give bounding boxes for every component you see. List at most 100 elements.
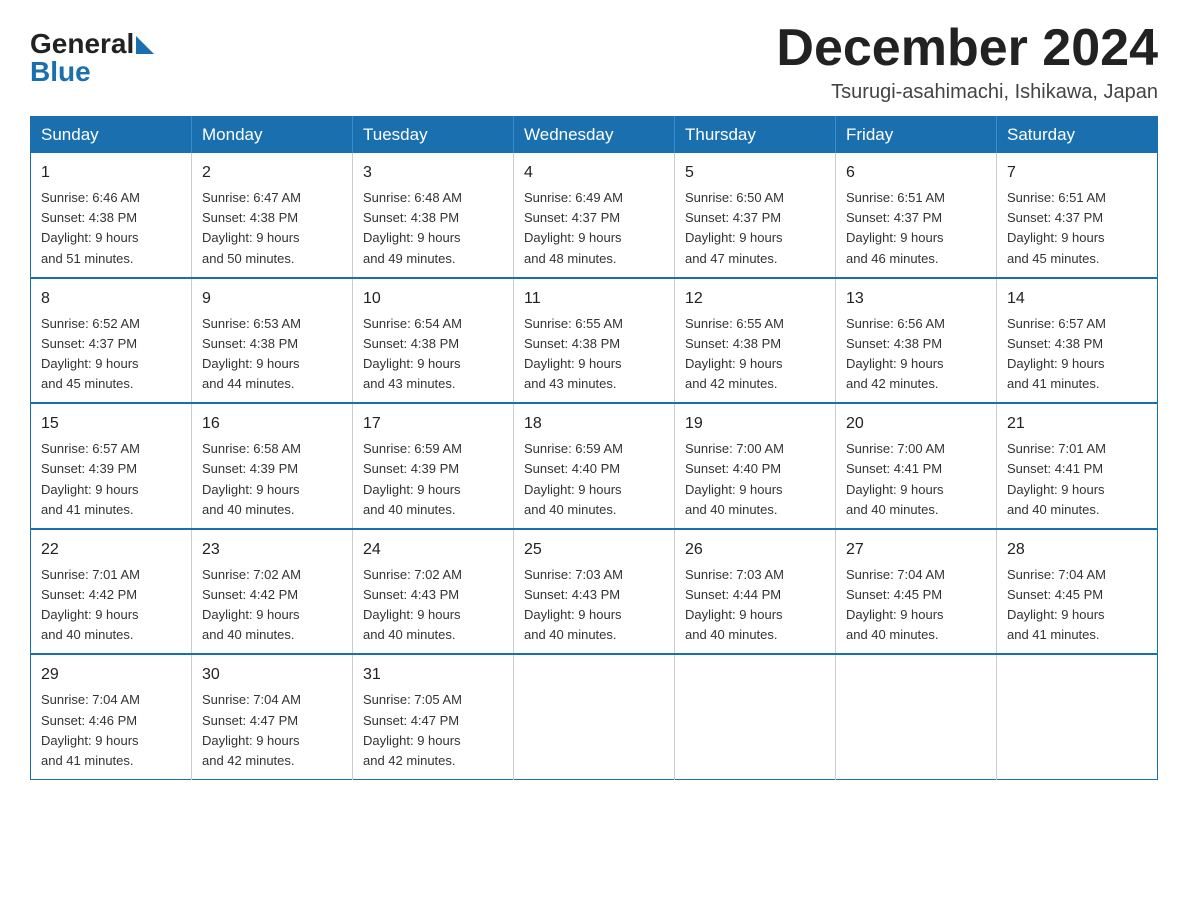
day-info: Sunrise: 6:46 AM Sunset: 4:38 PM Dayligh… — [41, 188, 181, 269]
calendar-cell: 31 Sunrise: 7:05 AM Sunset: 4:47 PM Dayl… — [353, 654, 514, 779]
day-number: 12 — [685, 287, 825, 311]
day-number: 28 — [1007, 538, 1147, 562]
calendar-cell: 2 Sunrise: 6:47 AM Sunset: 4:38 PM Dayli… — [192, 153, 353, 278]
day-number: 18 — [524, 412, 664, 436]
calendar-cell: 28 Sunrise: 7:04 AM Sunset: 4:45 PM Dayl… — [997, 529, 1158, 655]
day-info: Sunrise: 6:52 AM Sunset: 4:37 PM Dayligh… — [41, 314, 181, 395]
calendar-cell: 17 Sunrise: 6:59 AM Sunset: 4:39 PM Dayl… — [353, 403, 514, 529]
calendar-cell: 10 Sunrise: 6:54 AM Sunset: 4:38 PM Dayl… — [353, 278, 514, 404]
day-info: Sunrise: 6:57 AM Sunset: 4:38 PM Dayligh… — [1007, 314, 1147, 395]
day-number: 23 — [202, 538, 342, 562]
day-info: Sunrise: 7:04 AM Sunset: 4:45 PM Dayligh… — [846, 565, 986, 646]
day-info: Sunrise: 6:48 AM Sunset: 4:38 PM Dayligh… — [363, 188, 503, 269]
header-friday: Friday — [836, 117, 997, 154]
day-info: Sunrise: 7:00 AM Sunset: 4:40 PM Dayligh… — [685, 439, 825, 520]
day-number: 21 — [1007, 412, 1147, 436]
calendar-week-row: 29 Sunrise: 7:04 AM Sunset: 4:46 PM Dayl… — [31, 654, 1158, 779]
day-number: 20 — [846, 412, 986, 436]
calendar-cell: 5 Sunrise: 6:50 AM Sunset: 4:37 PM Dayli… — [675, 153, 836, 278]
calendar-cell: 16 Sunrise: 6:58 AM Sunset: 4:39 PM Dayl… — [192, 403, 353, 529]
calendar-cell: 18 Sunrise: 6:59 AM Sunset: 4:40 PM Dayl… — [514, 403, 675, 529]
day-number: 7 — [1007, 161, 1147, 185]
day-number: 11 — [524, 287, 664, 311]
day-info: Sunrise: 7:00 AM Sunset: 4:41 PM Dayligh… — [846, 439, 986, 520]
calendar-cell: 21 Sunrise: 7:01 AM Sunset: 4:41 PM Dayl… — [997, 403, 1158, 529]
day-info: Sunrise: 7:03 AM Sunset: 4:43 PM Dayligh… — [524, 565, 664, 646]
calendar-cell: 8 Sunrise: 6:52 AM Sunset: 4:37 PM Dayli… — [31, 278, 192, 404]
day-number: 1 — [41, 161, 181, 185]
calendar-week-row: 8 Sunrise: 6:52 AM Sunset: 4:37 PM Dayli… — [31, 278, 1158, 404]
day-number: 8 — [41, 287, 181, 311]
day-number: 26 — [685, 538, 825, 562]
day-number: 31 — [363, 663, 503, 687]
calendar-cell: 15 Sunrise: 6:57 AM Sunset: 4:39 PM Dayl… — [31, 403, 192, 529]
day-number: 6 — [846, 161, 986, 185]
day-number: 29 — [41, 663, 181, 687]
day-number: 4 — [524, 161, 664, 185]
day-info: Sunrise: 7:04 AM Sunset: 4:46 PM Dayligh… — [41, 690, 181, 771]
header-tuesday: Tuesday — [353, 117, 514, 154]
calendar-cell: 30 Sunrise: 7:04 AM Sunset: 4:47 PM Dayl… — [192, 654, 353, 779]
calendar-cell: 13 Sunrise: 6:56 AM Sunset: 4:38 PM Dayl… — [836, 278, 997, 404]
day-number: 30 — [202, 663, 342, 687]
logo-triangle-icon — [136, 36, 154, 54]
calendar-cell — [997, 654, 1158, 779]
calendar-cell: 14 Sunrise: 6:57 AM Sunset: 4:38 PM Dayl… — [997, 278, 1158, 404]
day-info: Sunrise: 6:59 AM Sunset: 4:39 PM Dayligh… — [363, 439, 503, 520]
day-info: Sunrise: 7:01 AM Sunset: 4:41 PM Dayligh… — [1007, 439, 1147, 520]
day-info: Sunrise: 6:56 AM Sunset: 4:38 PM Dayligh… — [846, 314, 986, 395]
day-number: 9 — [202, 287, 342, 311]
day-info: Sunrise: 6:53 AM Sunset: 4:38 PM Dayligh… — [202, 314, 342, 395]
calendar-table: Sunday Monday Tuesday Wednesday Thursday… — [30, 116, 1158, 780]
calendar-cell: 24 Sunrise: 7:02 AM Sunset: 4:43 PM Dayl… — [353, 529, 514, 655]
day-info: Sunrise: 6:54 AM Sunset: 4:38 PM Dayligh… — [363, 314, 503, 395]
day-number: 5 — [685, 161, 825, 185]
day-info: Sunrise: 7:03 AM Sunset: 4:44 PM Dayligh… — [685, 565, 825, 646]
header-saturday: Saturday — [997, 117, 1158, 154]
calendar-subtitle: Tsurugi-asahimachi, Ishikawa, Japan — [776, 81, 1158, 104]
calendar-cell: 20 Sunrise: 7:00 AM Sunset: 4:41 PM Dayl… — [836, 403, 997, 529]
page-header: General Blue December 2024 Tsurugi-asahi… — [30, 20, 1158, 104]
calendar-cell: 3 Sunrise: 6:48 AM Sunset: 4:38 PM Dayli… — [353, 153, 514, 278]
day-number: 10 — [363, 287, 503, 311]
day-number: 13 — [846, 287, 986, 311]
header-thursday: Thursday — [675, 117, 836, 154]
calendar-cell: 6 Sunrise: 6:51 AM Sunset: 4:37 PM Dayli… — [836, 153, 997, 278]
title-block: December 2024 Tsurugi-asahimachi, Ishika… — [776, 20, 1158, 104]
calendar-cell: 26 Sunrise: 7:03 AM Sunset: 4:44 PM Dayl… — [675, 529, 836, 655]
calendar-cell: 25 Sunrise: 7:03 AM Sunset: 4:43 PM Dayl… — [514, 529, 675, 655]
calendar-cell: 22 Sunrise: 7:01 AM Sunset: 4:42 PM Dayl… — [31, 529, 192, 655]
day-info: Sunrise: 6:59 AM Sunset: 4:40 PM Dayligh… — [524, 439, 664, 520]
calendar-cell — [675, 654, 836, 779]
calendar-cell: 11 Sunrise: 6:55 AM Sunset: 4:38 PM Dayl… — [514, 278, 675, 404]
day-info: Sunrise: 6:49 AM Sunset: 4:37 PM Dayligh… — [524, 188, 664, 269]
calendar-week-row: 22 Sunrise: 7:01 AM Sunset: 4:42 PM Dayl… — [31, 529, 1158, 655]
day-info: Sunrise: 6:51 AM Sunset: 4:37 PM Dayligh… — [1007, 188, 1147, 269]
calendar-cell: 19 Sunrise: 7:00 AM Sunset: 4:40 PM Dayl… — [675, 403, 836, 529]
day-number: 27 — [846, 538, 986, 562]
calendar-week-row: 1 Sunrise: 6:46 AM Sunset: 4:38 PM Dayli… — [31, 153, 1158, 278]
day-info: Sunrise: 6:57 AM Sunset: 4:39 PM Dayligh… — [41, 439, 181, 520]
calendar-header-row: Sunday Monday Tuesday Wednesday Thursday… — [31, 117, 1158, 154]
day-number: 25 — [524, 538, 664, 562]
day-info: Sunrise: 7:02 AM Sunset: 4:43 PM Dayligh… — [363, 565, 503, 646]
calendar-cell — [836, 654, 997, 779]
header-wednesday: Wednesday — [514, 117, 675, 154]
calendar-cell: 29 Sunrise: 7:04 AM Sunset: 4:46 PM Dayl… — [31, 654, 192, 779]
day-info: Sunrise: 7:02 AM Sunset: 4:42 PM Dayligh… — [202, 565, 342, 646]
day-number: 3 — [363, 161, 503, 185]
header-monday: Monday — [192, 117, 353, 154]
day-number: 22 — [41, 538, 181, 562]
day-info: Sunrise: 7:05 AM Sunset: 4:47 PM Dayligh… — [363, 690, 503, 771]
day-info: Sunrise: 6:55 AM Sunset: 4:38 PM Dayligh… — [524, 314, 664, 395]
day-info: Sunrise: 6:47 AM Sunset: 4:38 PM Dayligh… — [202, 188, 342, 269]
day-info: Sunrise: 7:04 AM Sunset: 4:47 PM Dayligh… — [202, 690, 342, 771]
calendar-week-row: 15 Sunrise: 6:57 AM Sunset: 4:39 PM Dayl… — [31, 403, 1158, 529]
day-number: 19 — [685, 412, 825, 436]
calendar-cell: 1 Sunrise: 6:46 AM Sunset: 4:38 PM Dayli… — [31, 153, 192, 278]
calendar-cell — [514, 654, 675, 779]
day-number: 2 — [202, 161, 342, 185]
day-number: 17 — [363, 412, 503, 436]
logo-text-general: General — [30, 28, 134, 59]
day-number: 24 — [363, 538, 503, 562]
